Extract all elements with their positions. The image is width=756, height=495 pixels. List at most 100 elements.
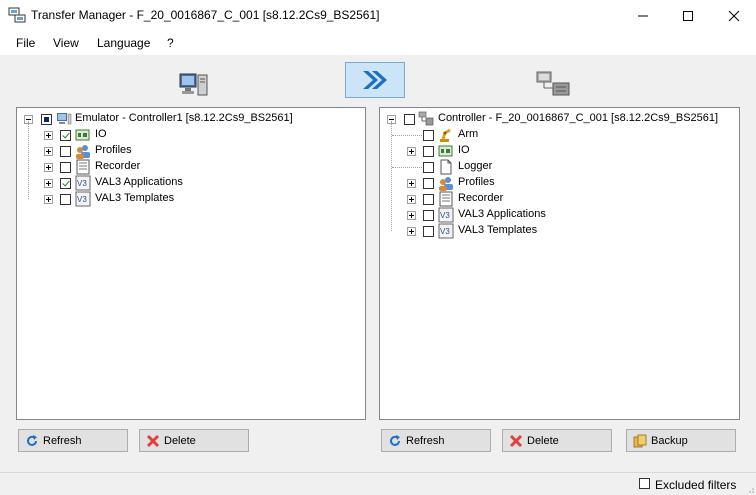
expand-icon[interactable] — [44, 195, 53, 204]
expand-icon[interactable] — [407, 147, 416, 156]
close-button[interactable] — [711, 0, 756, 31]
source-refresh-button[interactable]: Refresh — [18, 429, 128, 452]
io-checkbox[interactable] — [423, 146, 434, 157]
controller-network-icon — [536, 71, 570, 96]
tree-item-recorder[interactable]: Recorder — [17, 159, 357, 175]
tree-item-label: Recorder — [458, 192, 504, 204]
minimize-button[interactable] — [620, 0, 665, 31]
button-label: Backup — [651, 435, 688, 447]
tree-line — [392, 167, 422, 168]
resize-grip-icon[interactable] — [745, 484, 755, 494]
tree-item-val3-templates[interactable]: V3 VAL3 Templates — [17, 191, 357, 207]
menu-help[interactable]: ? — [167, 36, 174, 50]
target-refresh-button[interactable]: Refresh — [381, 429, 491, 452]
users-icon — [439, 177, 453, 191]
expand-icon[interactable] — [44, 147, 53, 156]
controller-network-icon — [418, 111, 434, 126]
tree-item-val3-templates[interactable]: V3 VAL3 Templates — [380, 223, 730, 239]
tree-item-label: IO — [458, 144, 470, 156]
val3-icon: V3 — [75, 191, 91, 207]
tree-item-logger[interactable]: Logger — [380, 159, 730, 175]
val3-templates-checkbox[interactable] — [423, 226, 434, 237]
pc-icon — [179, 73, 208, 96]
tree-item-label: VAL3 Applications — [95, 176, 183, 188]
tree-item-io[interactable]: IO — [380, 143, 730, 159]
tree-item-arm[interactable]: Arm — [380, 127, 730, 143]
val3-icon: V3 — [438, 207, 454, 223]
recorder-icon — [76, 159, 90, 175]
tree-item-label: Profiles — [95, 144, 132, 156]
tree-root-label: Emulator - Controller1 [s8.12.2Cs9_BS256… — [75, 112, 293, 124]
button-label: Refresh — [43, 435, 82, 447]
tree-item-recorder[interactable]: Recorder — [380, 191, 730, 207]
expand-icon[interactable] — [407, 227, 416, 236]
tree-item-label: IO — [95, 128, 107, 140]
svg-text:V3: V3 — [77, 179, 87, 188]
tree-item-val3-applications[interactable]: V3 VAL3 Applications — [17, 175, 357, 191]
tree-item-label: Recorder — [95, 160, 141, 172]
tree-item-label: Arm — [458, 128, 479, 140]
io-checkbox[interactable] — [60, 130, 71, 141]
target-delete-button[interactable]: Delete — [502, 429, 612, 452]
tree-line — [392, 135, 422, 136]
refresh-icon — [390, 435, 400, 446]
window-title: Transfer Manager - F_20_0016867_C_001 [s… — [31, 8, 380, 22]
val3-templates-checkbox[interactable] — [60, 194, 71, 205]
tree-root-emulator[interactable]: Emulator - Controller1 [s8.12.2Cs9_BS256… — [17, 111, 357, 127]
root-checkbox[interactable] — [41, 114, 52, 125]
excluded-filters-label[interactable]: Excluded filters — [655, 478, 736, 492]
delete-icon — [509, 434, 523, 448]
recorder-checkbox[interactable] — [60, 162, 71, 173]
double-chevron-right-icon — [363, 71, 387, 89]
logger-checkbox[interactable] — [423, 162, 434, 173]
status-bar: Excluded filters — [0, 472, 756, 495]
users-icon — [76, 145, 90, 159]
tree-item-label: VAL3 Applications — [458, 208, 546, 220]
tree-item-val3-applications[interactable]: V3 VAL3 Applications — [380, 207, 730, 223]
source-tree-panel[interactable]: Emulator - Controller1 [s8.12.2Cs9_BS256… — [16, 107, 366, 420]
expand-icon[interactable] — [407, 179, 416, 188]
io-icon — [438, 145, 453, 157]
expand-icon[interactable] — [407, 211, 416, 220]
tree-item-profiles[interactable]: Profiles — [380, 175, 730, 191]
root-checkbox[interactable] — [404, 114, 415, 125]
recorder-icon — [439, 191, 453, 207]
excluded-filters-checkbox[interactable] — [639, 478, 650, 489]
source-delete-button[interactable]: Delete — [139, 429, 249, 452]
tree-root-controller[interactable]: Controller - F_20_0016867_C_001 [s8.12.2… — [380, 111, 730, 127]
close-icon — [728, 10, 739, 21]
svg-text:V3: V3 — [77, 195, 87, 204]
transfer-button[interactable] — [345, 62, 405, 98]
tree-item-io[interactable]: IO — [17, 127, 357, 143]
tree-item-label: Logger — [458, 160, 493, 172]
arm-checkbox[interactable] — [423, 130, 434, 141]
io-icon — [75, 129, 90, 141]
profiles-checkbox[interactable] — [423, 178, 434, 189]
tree-root-label: Controller - F_20_0016867_C_001 [s8.12.2… — [438, 112, 719, 124]
button-label: Refresh — [406, 435, 445, 447]
button-label: Delete — [164, 435, 196, 447]
tree-item-profiles[interactable]: Profiles — [17, 143, 357, 159]
expand-icon[interactable] — [44, 179, 53, 188]
svg-text:V3: V3 — [440, 227, 450, 236]
refresh-icon — [27, 435, 37, 446]
backup-button[interactable]: Backup — [626, 429, 736, 452]
expand-icon[interactable] — [44, 131, 53, 140]
tree-item-label: Profiles — [458, 176, 495, 188]
expand-icon[interactable] — [407, 195, 416, 204]
menu-view[interactable]: View — [53, 36, 79, 50]
val3-applications-checkbox[interactable] — [423, 210, 434, 221]
menu-file[interactable]: File — [16, 36, 35, 50]
maximize-icon — [682, 10, 693, 21]
transfer-manager-icon — [8, 7, 26, 23]
tree-item-label: VAL3 Templates — [95, 192, 175, 204]
val3-applications-checkbox[interactable] — [60, 178, 71, 189]
profiles-checkbox[interactable] — [60, 146, 71, 157]
tree-item-label: VAL3 Templates — [458, 224, 538, 236]
expand-icon[interactable] — [44, 163, 53, 172]
val3-icon: V3 — [438, 223, 454, 239]
target-tree-panel[interactable]: Controller - F_20_0016867_C_001 [s8.12.2… — [379, 107, 740, 420]
maximize-button[interactable] — [665, 0, 710, 31]
recorder-checkbox[interactable] — [423, 194, 434, 205]
menu-language[interactable]: Language — [97, 36, 150, 50]
